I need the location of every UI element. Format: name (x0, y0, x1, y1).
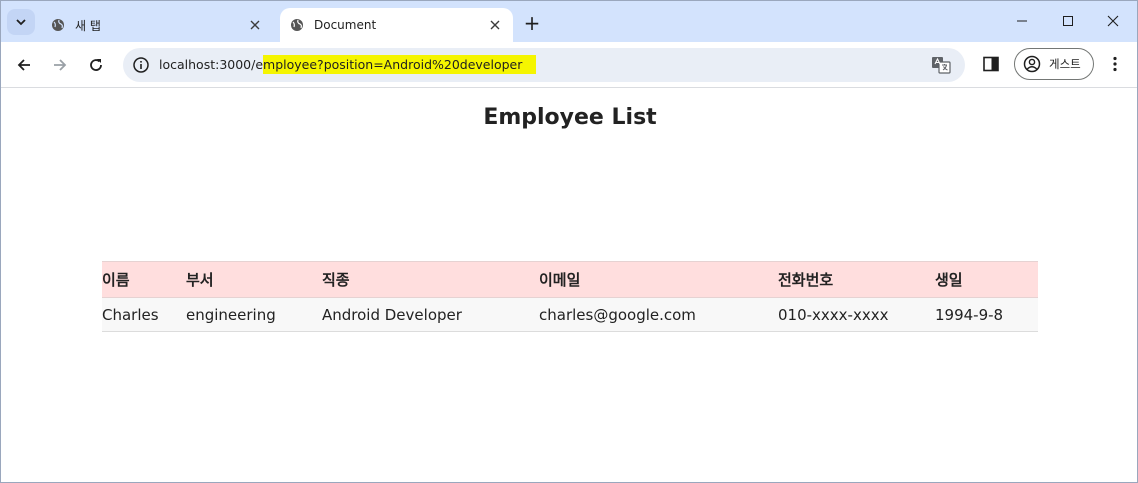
info-icon[interactable] (132, 56, 150, 74)
maximize-icon (1063, 16, 1073, 26)
header-name: 이름 (102, 261, 186, 298)
translate-icon[interactable] (931, 55, 951, 75)
table-header-row: 이름 부서 직종 이메일 전화번호 생일 (102, 261, 1038, 298)
url-highlighted: mployee?position=Android%20developer (263, 55, 537, 74)
tab-document[interactable]: Document (280, 8, 513, 42)
employee-table: 이름 부서 직종 이메일 전화번호 생일 Charles engineering… (102, 261, 1038, 332)
header-department: 부서 (186, 261, 322, 298)
close-icon (1107, 15, 1119, 27)
browser-window: 새 탭 Document + localhost:3000/employee?p… (0, 0, 1138, 483)
reload-icon (90, 59, 102, 71)
header-position: 직종 (322, 261, 539, 298)
profile-button[interactable]: 게스트 (1014, 48, 1094, 80)
cell-position: Android Developer (322, 297, 539, 332)
cell-name: Charles (102, 297, 186, 332)
menu-button[interactable] (1107, 54, 1123, 74)
chevron-down-icon (16, 19, 26, 26)
globe-icon (291, 19, 303, 31)
cell-email: charles@google.com (539, 297, 778, 332)
kebab-menu-icon (1113, 56, 1117, 72)
tab-new-tab[interactable]: 새 탭 (41, 8, 273, 42)
page-title: Employee List (483, 105, 657, 130)
cell-phone: 010-xxxx-xxxx (778, 297, 935, 332)
address-bar[interactable]: localhost:3000/employee?position=Android… (123, 48, 965, 82)
new-tab-button[interactable]: + (521, 11, 543, 35)
table-row: Charles engineering Android Developer ch… (102, 297, 1038, 332)
forward-button[interactable] (46, 51, 74, 79)
tab-strip: 새 탭 Document + (1, 1, 1137, 42)
window-close-button[interactable] (1091, 9, 1135, 33)
reload-button[interactable] (82, 51, 110, 79)
cell-birthday: 1994-9-8 (935, 297, 1038, 332)
close-icon (250, 20, 260, 30)
url-prefix: localhost:3000/e (159, 57, 264, 72)
header-phone: 전화번호 (778, 261, 935, 298)
maximize-button[interactable] (1046, 9, 1090, 33)
tab-close-button[interactable] (245, 15, 265, 35)
cell-department: engineering (186, 297, 322, 332)
minimize-icon (1017, 20, 1027, 22)
toolbar: localhost:3000/employee?position=Android… (1, 42, 1137, 88)
tab-search-button[interactable] (7, 9, 35, 35)
header-birthday: 생일 (935, 261, 1038, 298)
header-email: 이메일 (539, 261, 778, 298)
back-button[interactable] (10, 51, 38, 79)
profile-label: 게스트 (1049, 57, 1081, 71)
side-panel-icon[interactable] (983, 56, 999, 72)
globe-icon (52, 19, 64, 31)
person-icon (1023, 55, 1041, 73)
tab-title: 새 탭 (75, 18, 101, 33)
tab-close-button[interactable] (485, 15, 505, 35)
close-icon (490, 20, 500, 30)
arrow-left-icon (17, 59, 30, 71)
minimize-button[interactable] (1000, 9, 1044, 33)
tab-title: Document (314, 18, 377, 32)
arrow-right-icon (54, 59, 67, 71)
url-text[interactable]: localhost:3000/employee?position=Android… (159, 55, 537, 74)
